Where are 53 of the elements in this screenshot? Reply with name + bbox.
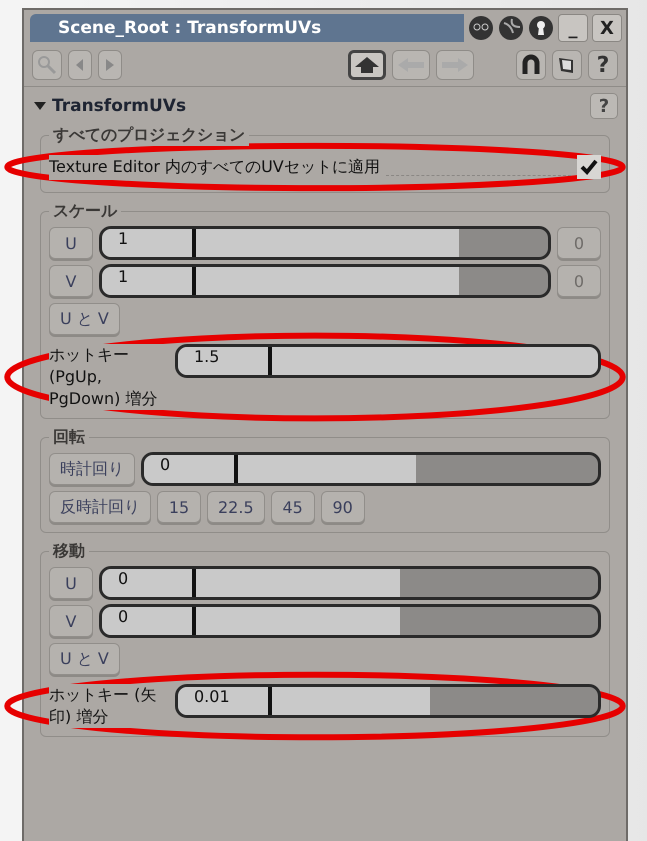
help-button[interactable]: ?	[588, 50, 618, 80]
slider-track[interactable]: 0	[99, 566, 601, 600]
slider-value: 0.01	[194, 687, 230, 706]
close-button[interactable]: X	[592, 14, 622, 42]
slider-marker	[192, 267, 196, 295]
axis-button[interactable]: U	[49, 227, 93, 259]
slider-value: 0	[118, 607, 128, 626]
right-triangle-icon	[106, 59, 114, 71]
minimize-button[interactable]: _	[558, 14, 588, 42]
slider-track[interactable]: 0.01	[175, 684, 601, 718]
up-arrow-icon	[355, 57, 379, 73]
slider-value: 0	[160, 455, 170, 474]
axis-button[interactable]: V	[49, 605, 93, 637]
slider-track[interactable]: 1	[99, 264, 551, 298]
step-button[interactable]: 15	[157, 491, 201, 523]
up-arrow-button[interactable]	[348, 50, 386, 80]
eyes-icon[interactable]	[468, 15, 494, 41]
slider-value: 1	[118, 267, 128, 286]
step-button[interactable]: 22.5	[207, 491, 265, 523]
keyhole-icon[interactable]	[528, 15, 554, 41]
checkbox[interactable]	[577, 155, 601, 179]
slider-track[interactable]: 1	[99, 226, 551, 260]
axis-button[interactable]: 時計回り	[49, 453, 135, 485]
slider-track[interactable]: 1.5	[175, 344, 601, 378]
slider-marker	[192, 229, 196, 257]
magnet-button[interactable]	[516, 50, 546, 80]
collapse-caret-icon[interactable]	[34, 101, 46, 111]
step-button[interactable]: 反時計回り	[49, 491, 151, 523]
slider-marker	[234, 455, 238, 483]
slider-track[interactable]: 0	[99, 604, 601, 638]
magnet-icon	[521, 54, 541, 76]
slider-value: 0	[118, 569, 128, 588]
slider-marker	[192, 569, 196, 597]
side-button[interactable]: 0	[557, 265, 601, 297]
step-button[interactable]: 90	[320, 491, 365, 523]
page-button[interactable]	[552, 50, 582, 80]
option-label: Texture Editor 内のすべてのUVセットに適用	[49, 154, 380, 180]
slider-value: 1.5	[194, 347, 220, 366]
axis-button[interactable]: V	[49, 265, 93, 297]
slider-marker	[268, 347, 272, 375]
window-title: Scene_Root : TransformUVs	[30, 14, 464, 42]
slider-marker	[192, 607, 196, 635]
axis-button[interactable]: U	[49, 567, 93, 599]
step-button[interactable]: 45	[270, 491, 315, 523]
help-button[interactable]: ?	[590, 93, 618, 119]
slider-value: 1	[118, 229, 128, 248]
slider-track[interactable]: 0	[141, 452, 601, 486]
panel-title: TransformUVs	[52, 96, 188, 116]
side-button[interactable]: 0	[557, 227, 601, 259]
left-triangle-icon	[76, 59, 84, 71]
step-button[interactable]: U と V	[49, 643, 120, 675]
step-button[interactable]: U と V	[49, 303, 120, 335]
slider-marker	[268, 687, 272, 715]
